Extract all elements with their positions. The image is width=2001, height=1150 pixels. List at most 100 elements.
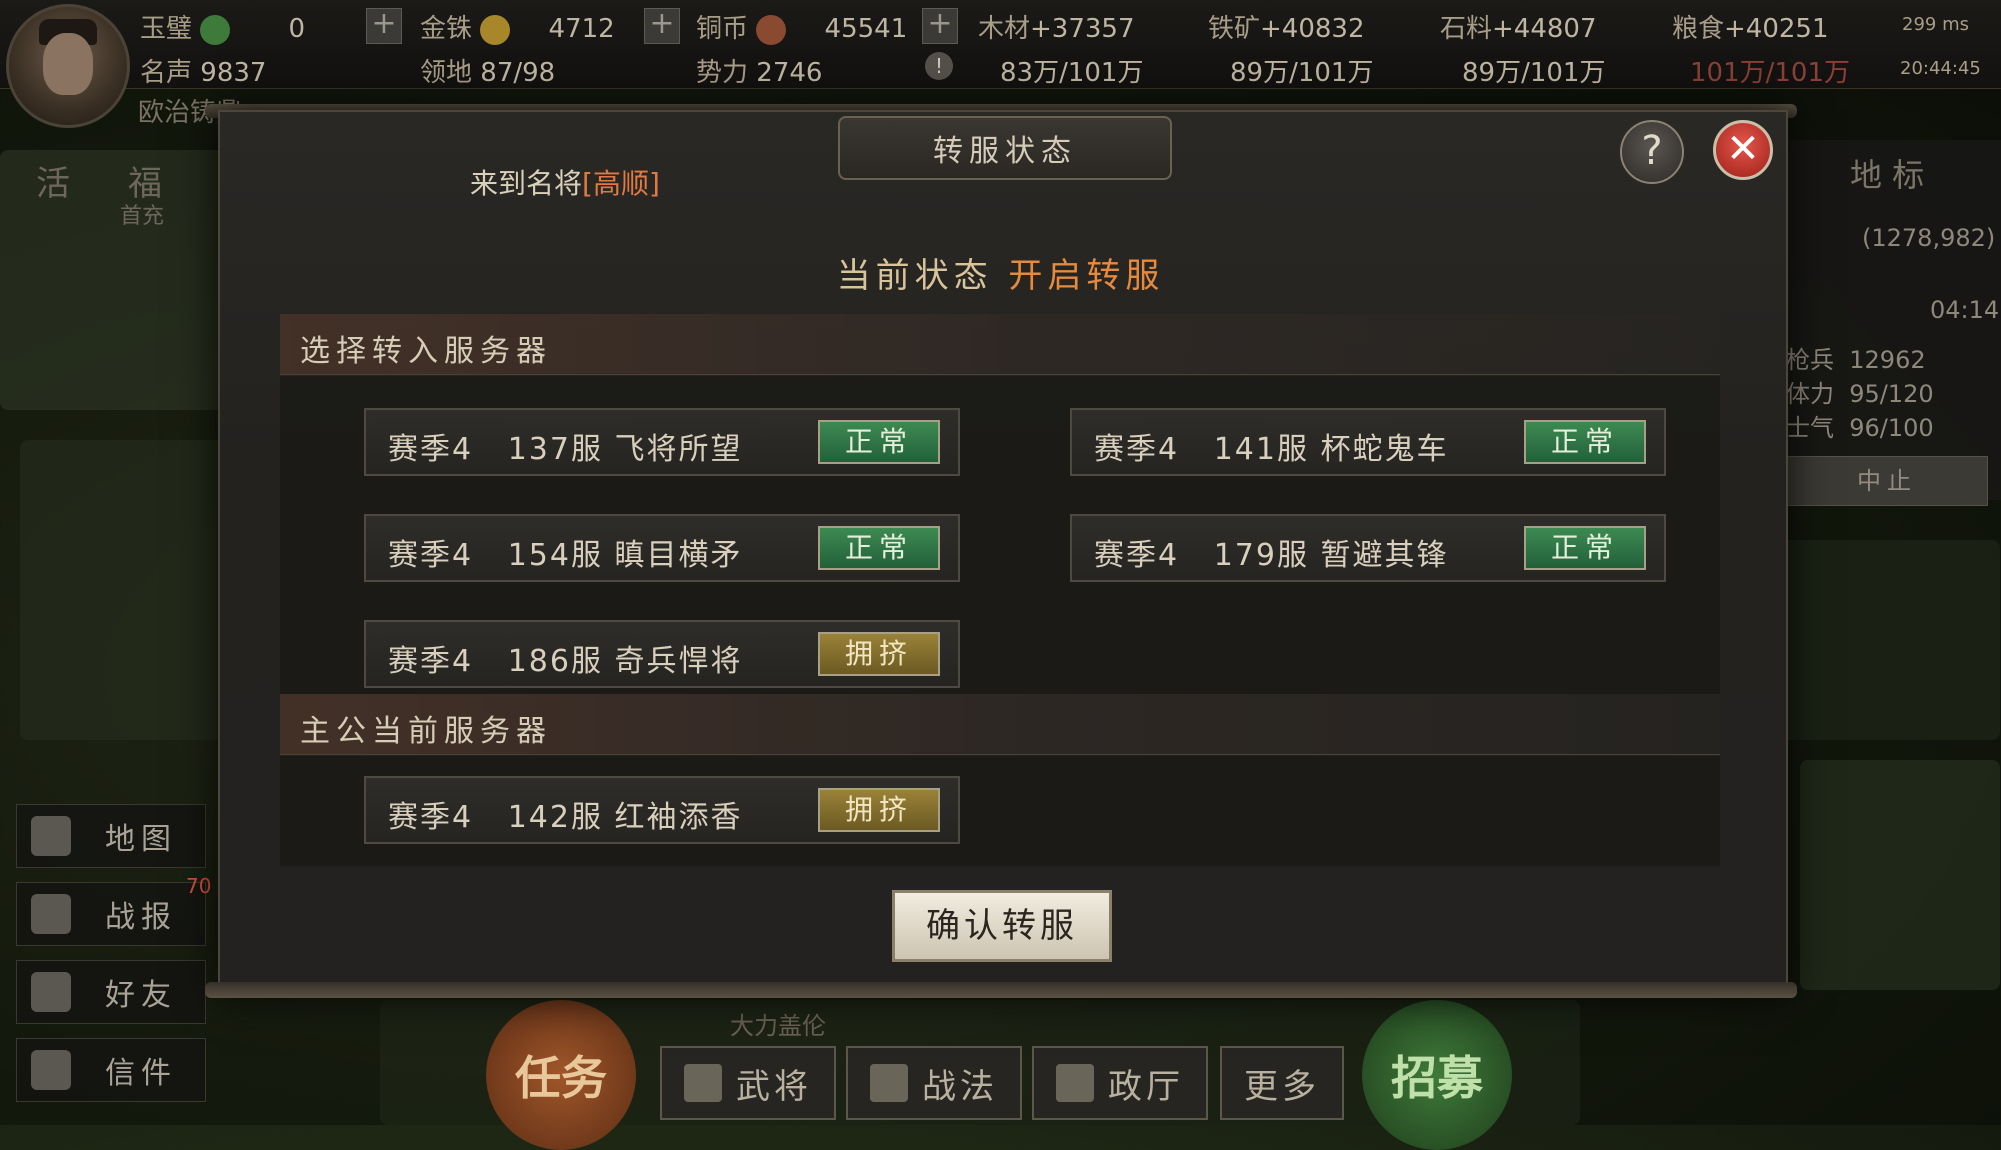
server-option-179[interactable]: 赛季4 179服 暂避其锋 正常 [1070,514,1666,582]
wood-value: +37357 [1030,14,1135,44]
notice-highlight: [高顺] [582,167,660,200]
help-button[interactable]: ? [1620,120,1684,184]
alert-icon[interactable]: ! [925,52,953,80]
battle-report-label: 战报 [105,900,177,935]
confirm-transfer-button[interactable]: 确认转服 [892,890,1112,962]
troop-value: 12962 [1849,346,1926,374]
scroll-icon [870,1064,908,1102]
server-name: 赛季4 186服 奇兵悍将 [388,644,743,679]
jade-value: 0 [288,14,306,44]
troop-label: 枪兵 [1786,346,1834,374]
tactics-label: 战法 [922,1066,998,1107]
wood-label: 木材 [978,14,1031,44]
first-charge-label: 首充 [120,204,165,229]
mail-button[interactable]: 信件 [16,1038,206,1102]
server-option-186[interactable]: 赛季4 186服 奇兵悍将 拥挤 [364,620,960,688]
copper-label: 铜币 [696,14,749,44]
government-hall-button[interactable]: 政厅 [1032,1046,1208,1120]
copper-coin-icon [756,14,787,45]
avatar-face [43,33,93,95]
scrolling-notice: 来到名将[高顺] [470,162,660,202]
stamina-label: 体力 [1786,380,1834,408]
target-server-section-header: 选择转入服务器 [280,314,1720,375]
clock-value: 20:44:45 [1900,58,1981,79]
morale-label: 士气 [1786,414,1834,442]
fame-label: 名声 [140,58,193,88]
jade-label: 玉璧 [140,14,193,44]
stone-label: 石料 [1440,14,1493,44]
battle-report-button[interactable]: 战报 [16,882,206,946]
territory-stat: 领地 87/98 [420,52,555,89]
server-name: 赛季4 179服 暂避其锋 [1094,538,1449,573]
iron-capacity: 89万/101万 [1230,52,1373,89]
task-button[interactable]: 任务 [486,1000,636,1150]
government-hall-label: 政厅 [1108,1066,1184,1107]
close-icon: ✕ [1726,126,1760,172]
friends-button[interactable]: 好友 [16,960,206,1024]
stone-capacity: 89万/101万 [1462,52,1605,89]
current-server-section-header: 主公当前服务器 [280,694,1720,755]
tactics-button[interactable]: 战法 [846,1046,1022,1120]
generals-label: 武将 [736,1066,812,1107]
hall-building-icon [1056,1064,1094,1102]
friends-button-label: 好友 [105,978,177,1013]
food-capacity: 101万/101万 [1690,52,1850,89]
ping-indicator: 299 ms [1902,14,1969,35]
generals-button[interactable]: 武将 [660,1046,836,1120]
server-name: 赛季4 154服 瞋目横矛 [388,538,743,573]
transfer-status: 当前状态 开启转服 [0,248,2001,297]
fame-value: 9837 [200,58,267,88]
dialog-title: 转服状态 [838,116,1172,180]
activity-icon[interactable]: 活 [36,156,70,205]
player-avatar[interactable] [6,4,130,128]
current-section-title: 主公当前服务器 [300,714,552,749]
fame-stat: 名声 9837 [140,52,266,89]
status-label: 当前状态 [836,256,993,296]
battle-report-badge: 70 [186,874,212,898]
recruit-button[interactable]: 招募 [1362,1000,1512,1150]
server-status-badge: 拥挤 [818,632,940,676]
server-option-154[interactable]: 赛季4 154服 瞋目横矛 正常 [364,514,960,582]
jade-resource: 玉璧 0 [140,8,305,45]
copper-value: 45541 [824,14,908,44]
iron-label: 铁矿 [1208,14,1261,44]
army-timer: 04:14 [1930,296,2000,324]
iron-value: +40832 [1260,14,1365,44]
wood-capacity: 83万/101万 [1000,52,1143,89]
mail-icon [31,1050,71,1090]
morale-value: 96/100 [1849,414,1934,442]
territory-label: 领地 [420,58,473,88]
clock: 20:44:45 [1900,58,1981,79]
current-server-142: 赛季4 142服 红袖添香 拥挤 [364,776,960,844]
stone-value: +44807 [1492,14,1597,44]
landmark-tab[interactable]: 地 标 [1850,150,1924,196]
stop-march-button[interactable]: 中止 [1786,456,1988,506]
gold-coin-icon [480,14,511,45]
server-status-badge: 正常 [818,420,940,464]
server-option-141[interactable]: 赛季4 141服 杯蛇鬼车 正常 [1070,408,1666,476]
power-stat: 势力 2746 [696,52,822,89]
server-status-badge: 正常 [818,526,940,570]
general-helmet-icon [684,1064,722,1102]
food-resource: 粮食+40251 [1672,8,1829,45]
add-gold-button[interactable]: + [644,8,680,44]
close-button[interactable]: ✕ [1713,120,1773,180]
friends-icon [31,972,71,1012]
map-button-label: 地图 [105,822,177,857]
add-copper-button[interactable]: + [922,8,958,44]
server-status-badge: 拥挤 [818,788,940,832]
server-option-137[interactable]: 赛季4 137服 飞将所望 正常 [364,408,960,476]
gold-value: 4712 [548,14,615,44]
crossed-swords-icon [31,894,71,934]
food-label: 粮食 [1672,14,1725,44]
gold-resource: 金铢 4712 [420,8,615,45]
map-button[interactable]: 地图 [16,804,206,868]
target-section-title: 选择转入服务器 [300,334,552,369]
iron-resource: 铁矿+40832 [1208,8,1365,45]
map-pin-icon [31,816,71,856]
add-jade-button[interactable]: + [366,8,402,44]
stamina-value: 95/120 [1849,380,1934,408]
server-name: 赛季4 142服 红袖添香 [388,800,743,835]
copper-resource: 铜币 45541 [696,8,907,45]
more-button[interactable]: 更多 [1220,1046,1344,1120]
